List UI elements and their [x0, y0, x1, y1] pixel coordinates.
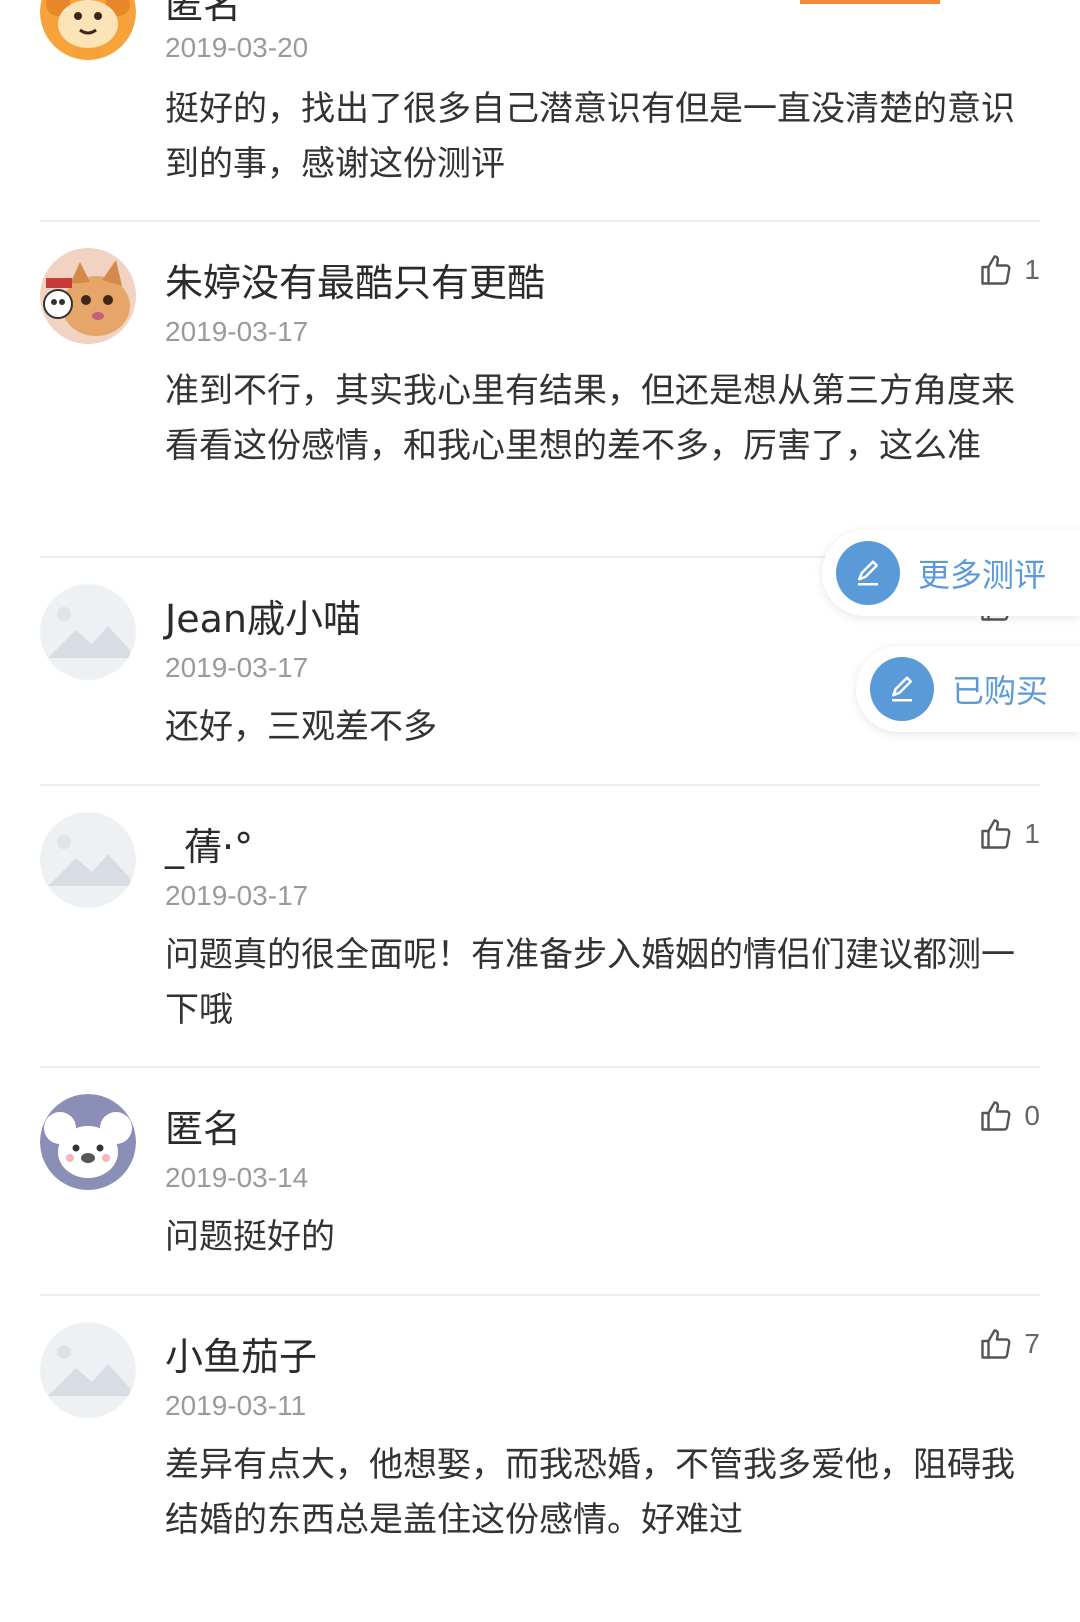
thumbs-up-icon [981, 1329, 1011, 1359]
comment-username[interactable]: 匿名 [165, 0, 241, 29]
comment-text: 问题挺好的 [165, 1217, 335, 1257]
placeholder-avatar[interactable] [40, 584, 136, 680]
placeholder-avatar[interactable] [40, 1322, 136, 1418]
purchased-button[interactable]: 已购买 [856, 646, 1080, 732]
more-reviews-button[interactable]: 更多测评 [822, 530, 1080, 616]
comment-item: 匿名 2019-03-20 挺好的，找出了很多自己潜意识有但是一直没清楚的意识到… [40, 0, 1040, 220]
like-count: 1 [1024, 818, 1040, 849]
comment-date: 2019-03-17 [165, 316, 309, 347]
comment-item: 朱婷没有最酷只有更酷 1 2019-03-17 准到不行，其实我心里有结果，但还… [40, 222, 1040, 556]
like-button[interactable]: 0 [978, 1098, 1040, 1134]
purchased-label: 已购买 [952, 672, 1049, 710]
edit-icon [870, 657, 934, 721]
like-button[interactable]: 1 [978, 816, 1040, 852]
thumbs-up-icon [981, 1101, 1011, 1131]
cat-photo-avatar[interactable] [40, 248, 136, 344]
comment-text: 差异有点大，他想娶，而我恐婚，不管我多爱他，阻碍我结婚的东西总是盖住这份感情。好… [165, 1445, 1015, 1540]
comment-text: 挺好的，找出了很多自己潜意识有但是一直没清楚的意识到的事，感谢这份测评 [165, 89, 1015, 184]
like-button[interactable]: 7 [978, 1326, 1040, 1362]
thumbs-up-icon [981, 255, 1011, 285]
thumbs-up-icon [981, 819, 1011, 849]
edit-icon [836, 541, 900, 605]
comment-username[interactable]: Jean戚小喵 [165, 588, 361, 643]
comment-username[interactable]: 匿名 [165, 1098, 241, 1153]
comment-item: _蒨·° 1 2019-03-17 问题真的很全面呢！有准备步入婚姻的情侣们建议… [40, 786, 1040, 1066]
comment-username[interactable]: 朱婷没有最酷只有更酷 [165, 252, 545, 307]
koala-avatar[interactable] [40, 1094, 136, 1190]
more-reviews-label: 更多测评 [918, 556, 1047, 594]
comment-date: 2019-03-20 [165, 32, 309, 63]
comment-username[interactable]: _蒨·° [165, 816, 253, 871]
comment-date: 2019-03-11 [165, 1390, 307, 1421]
comment-date: 2019-03-17 [165, 880, 309, 911]
placeholder-avatar[interactable] [40, 812, 136, 908]
comment-text: 准到不行，其实我心里有结果，但还是想从第三方角度来看看这份感情，和我心里想的差不… [165, 371, 1015, 466]
comment-date: 2019-03-14 [165, 1162, 309, 1193]
comment-date: 2019-03-17 [165, 652, 309, 683]
like-count: 0 [1024, 1100, 1040, 1131]
comment-item: 匿名 0 2019-03-14 问题挺好的 [40, 1068, 1040, 1294]
monkey-avatar[interactable] [40, 0, 136, 60]
like-button[interactable]: 1 [978, 252, 1040, 288]
comment-item: 小鱼茄子 7 2019-03-11 差异有点大，他想娶，而我恐婚，不管我多爱他，… [40, 1296, 1040, 1622]
like-count: 1 [1024, 254, 1040, 285]
comment-username[interactable]: 小鱼茄子 [165, 1326, 317, 1381]
like-count: 7 [1024, 1328, 1040, 1359]
comment-text: 问题真的很全面呢！有准备步入婚姻的情侣们建议都测一下哦 [165, 935, 1015, 1030]
